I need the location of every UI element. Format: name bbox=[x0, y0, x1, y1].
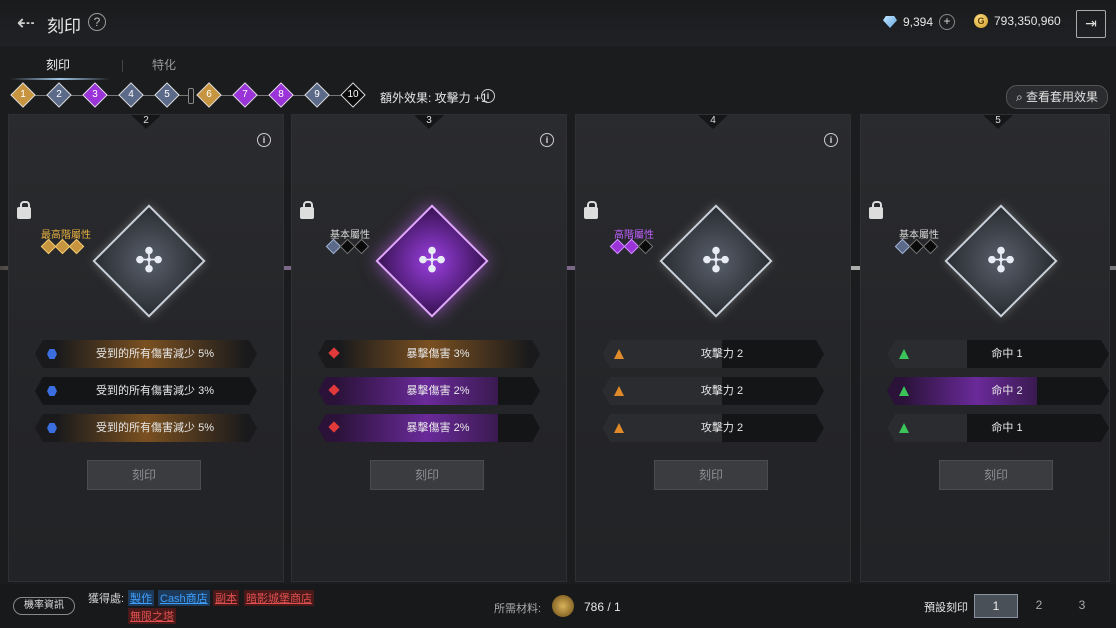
option-row[interactable]: 命中 2 bbox=[887, 377, 1109, 405]
step-7[interactable]: 7 bbox=[232, 82, 258, 108]
panel-number: 4 bbox=[698, 115, 728, 129]
option-row[interactable]: 暴擊傷害 2% bbox=[318, 414, 540, 442]
option-row[interactable]: 攻擊力 2 bbox=[602, 377, 824, 405]
source-label: 獲得處: bbox=[88, 593, 125, 605]
engrave-emblem-icon[interactable]: ✣ bbox=[375, 204, 489, 318]
option-row[interactable]: 命中 1 bbox=[887, 340, 1109, 368]
source-link-infinite-tower[interactable]: 無限之塔 bbox=[128, 608, 176, 624]
tab-engrave[interactable]: 刻印 bbox=[46, 56, 70, 73]
back-arrow-icon[interactable]: ⇠ bbox=[12, 10, 40, 36]
lock-icon[interactable] bbox=[300, 201, 314, 219]
gold-currency: G 793,350,960 bbox=[974, 14, 1061, 28]
engrave-emblem-icon[interactable]: ✣ bbox=[944, 204, 1058, 318]
engrave-emblem-icon[interactable]: ✣ bbox=[659, 204, 773, 318]
attribute-label: 高階屬性 bbox=[614, 230, 654, 241]
required-material-label: 所需材料: bbox=[494, 603, 542, 615]
option-row[interactable]: 暴擊傷害 2% bbox=[318, 377, 540, 405]
engrave-panel-3: 4 i 高階屬性 ✣ 攻擊力 2 攻擊力 2 攻擊力 2 刻印 bbox=[575, 114, 851, 582]
diamond-amount: 9,394 bbox=[903, 15, 934, 29]
attribute-gems bbox=[40, 238, 85, 255]
diamond-currency: 9,394 + bbox=[883, 14, 956, 30]
material-icon bbox=[552, 595, 574, 617]
question-circle-icon[interactable]: ? bbox=[88, 13, 106, 31]
gem-icon bbox=[353, 238, 370, 255]
view-applied-effects-button[interactable]: ⌕ 查看套用效果 bbox=[1006, 85, 1108, 109]
gold-amount: 793,350,960 bbox=[994, 14, 1061, 28]
info-icon[interactable]: i bbox=[481, 89, 495, 103]
exit-icon[interactable]: ⇥ bbox=[1076, 10, 1106, 38]
preset-button-1[interactable]: 1 bbox=[974, 594, 1018, 618]
info-icon[interactable]: i bbox=[824, 133, 838, 147]
preset-button-3[interactable]: 3 bbox=[1061, 594, 1103, 616]
preset-button-2[interactable]: 2 bbox=[1018, 594, 1060, 616]
bonus-effect-text: 額外效果: 攻擊力 +1 bbox=[380, 91, 488, 105]
engrave-button[interactable]: 刻印 bbox=[939, 460, 1053, 490]
step-4[interactable]: 4 bbox=[118, 82, 144, 108]
engrave-panel-4: 5 基本屬性 ✣ 命中 1 命中 2 命中 1 刻印 bbox=[860, 114, 1110, 582]
attribute-gems bbox=[894, 238, 939, 255]
step-separator-icon bbox=[188, 88, 194, 104]
attribute-label: 基本屬性 bbox=[899, 230, 939, 241]
lock-icon[interactable] bbox=[584, 201, 598, 219]
option-row[interactable]: 受到的所有傷害減少 5% bbox=[35, 414, 257, 442]
option-row[interactable]: 受到的所有傷害減少 3% bbox=[35, 377, 257, 405]
search-icon: ⌕ bbox=[1015, 90, 1027, 104]
tab-active-indicator bbox=[10, 78, 110, 80]
source-link-shadow-castle-shop[interactable]: 暗影城堡商店 bbox=[244, 590, 314, 606]
panel-number: 2 bbox=[131, 115, 161, 129]
lock-icon[interactable] bbox=[869, 201, 883, 219]
step-2[interactable]: 2 bbox=[46, 82, 72, 108]
option-row[interactable]: 命中 1 bbox=[887, 414, 1109, 442]
engrave-panel-2: 3 i 基本屬性 ✣ 暴擊傷害 3% 暴擊傷害 2% 暴擊傷害 2% 刻印 bbox=[291, 114, 567, 582]
step-9[interactable]: 9 bbox=[304, 82, 330, 108]
engrave-button[interactable]: 刻印 bbox=[654, 460, 768, 490]
panel-number: 5 bbox=[983, 115, 1013, 129]
hexagon-icon bbox=[47, 386, 57, 396]
step-3[interactable]: 3 bbox=[82, 82, 108, 108]
page-title: 刻印 bbox=[47, 17, 81, 36]
engrave-button[interactable]: 刻印 bbox=[87, 460, 201, 490]
source-link-cash-shop[interactable]: Cash商店 bbox=[158, 590, 210, 606]
step-10[interactable]: 10 bbox=[340, 82, 366, 108]
add-diamond-button[interactable]: + bbox=[939, 14, 956, 30]
gem-icon bbox=[637, 238, 654, 255]
info-icon[interactable]: i bbox=[540, 133, 554, 147]
preset-label: 預設刻印 bbox=[924, 602, 968, 614]
panel-number: 3 bbox=[414, 115, 444, 129]
tab-divider bbox=[122, 60, 123, 72]
gem-icon bbox=[68, 238, 85, 255]
option-row[interactable]: 攻擊力 2 bbox=[602, 340, 824, 368]
engrave-emblem-icon[interactable]: ✣ bbox=[92, 204, 206, 318]
option-row[interactable]: 攻擊力 2 bbox=[602, 414, 824, 442]
step-8[interactable]: 8 bbox=[268, 82, 294, 108]
source-link-craft[interactable]: 製作 bbox=[128, 590, 154, 606]
lock-icon[interactable] bbox=[17, 201, 31, 219]
diamond-icon bbox=[883, 16, 897, 28]
attribute-gems bbox=[325, 238, 370, 255]
option-row[interactable]: 受到的所有傷害減少 5% bbox=[35, 340, 257, 368]
probability-info-button[interactable]: 機率資訊 bbox=[13, 597, 75, 615]
bottom-bar: 機率資訊 獲得處: 製作 Cash商店 副本 暗影城堡商店 無限之塔 所需材料:… bbox=[0, 584, 1116, 628]
attribute-label: 基本屬性 bbox=[330, 230, 370, 241]
required-material-value: 786 / 1 bbox=[584, 600, 621, 614]
step-1[interactable]: 1 bbox=[10, 82, 36, 108]
tab-bar: 刻印 特化 bbox=[10, 56, 220, 80]
step-5[interactable]: 5 bbox=[154, 82, 180, 108]
info-icon[interactable]: i bbox=[257, 133, 271, 147]
level-steps: 1 2 3 4 5 6 7 8 9 10 bbox=[10, 82, 370, 108]
engrave-button[interactable]: 刻印 bbox=[370, 460, 484, 490]
source-link-dungeon[interactable]: 副本 bbox=[213, 590, 239, 606]
step-6[interactable]: 6 bbox=[196, 82, 222, 108]
gem-icon bbox=[922, 238, 939, 255]
tab-specialize[interactable]: 特化 bbox=[152, 56, 176, 73]
attribute-gems bbox=[609, 238, 654, 255]
engrave-panel-1: 2 i 最高階屬性 ✣ 受到的所有傷害減少 5% 受到的所有傷害減少 3% 受到… bbox=[8, 114, 284, 582]
bonus-effect: 額外效果: 攻擊力 +1 i bbox=[380, 89, 495, 106]
gold-coin-icon: G bbox=[974, 14, 988, 28]
option-row[interactable]: 暴擊傷害 3% bbox=[318, 340, 540, 368]
top-bar: ⇠ 刻印 ? 9,394 + G 793,350,960 ⇥ bbox=[0, 0, 1116, 46]
